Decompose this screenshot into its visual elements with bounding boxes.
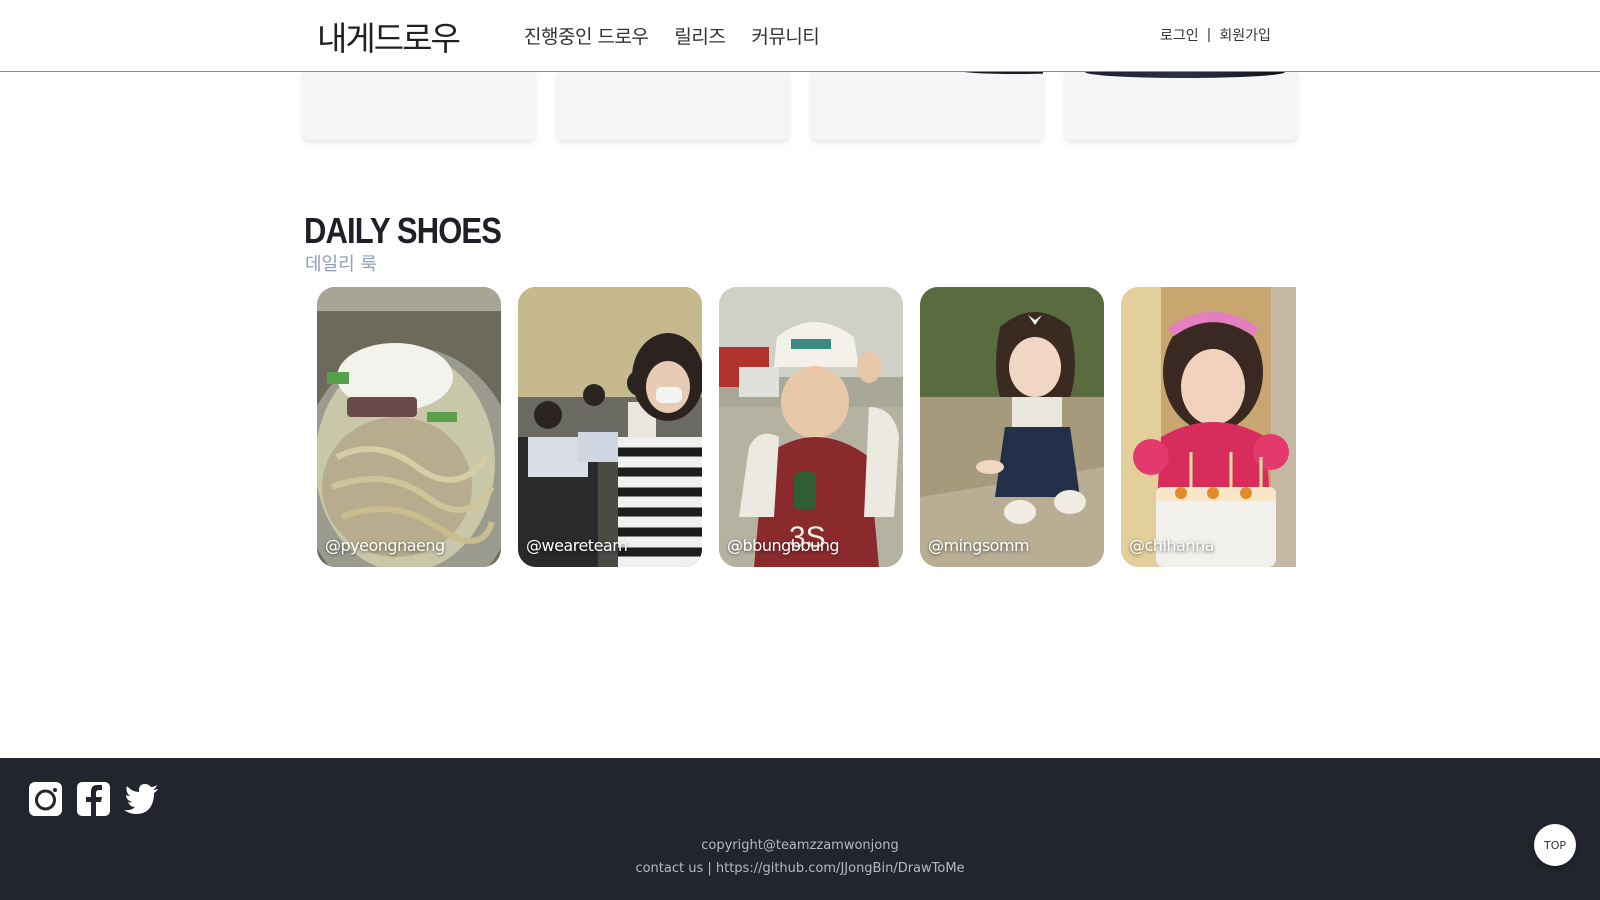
github-link[interactable]: https://github.com/JJongBin/DrawToMe — [716, 861, 965, 876]
instagram-icon[interactable] — [28, 780, 63, 818]
daily-card[interactable]: @mingsomm — [920, 287, 1104, 567]
nav-item-community[interactable]: 커뮤니티 — [751, 22, 819, 49]
header: 내게드로우 진행중인 드로우 릴리즈 커뮤니티 로그인 | 회원가입 — [0, 0, 1600, 72]
product-card[interactable] — [557, 72, 789, 140]
nav-item-ongoing-draw[interactable]: 진행중인 드로우 — [524, 22, 649, 49]
twitter-icon[interactable] — [124, 780, 159, 818]
nav-item-release[interactable]: 릴리즈 — [674, 22, 725, 49]
daily-card-handle: @bbungbbung — [727, 536, 840, 555]
daily-card-handle: @weareteam — [526, 536, 628, 555]
main-nav: 진행중인 드로우 릴리즈 커뮤니티 — [524, 22, 820, 49]
team-photo — [518, 287, 702, 567]
child-cap-photo: 3S — [719, 287, 903, 567]
footer: copyright@teamzzamwonjong contact us | h… — [0, 758, 1600, 900]
daily-card-carousel[interactable]: @pyeongnaeng @weareteam 3S @bbungbbung @… — [317, 287, 1296, 567]
shoe-image-fragment — [1085, 72, 1285, 78]
daily-card[interactable]: @pyeongnaeng — [317, 287, 501, 567]
login-link[interactable]: 로그인 — [1160, 25, 1199, 45]
daily-card-handle: @mingsomm — [928, 536, 1030, 555]
noodle-photo — [317, 287, 501, 567]
facebook-icon[interactable] — [76, 780, 111, 818]
product-card-row — [303, 72, 1297, 140]
contact-prefix: contact us | — [635, 861, 716, 876]
daily-card[interactable]: @chihanna — [1121, 287, 1296, 567]
auth-separator: | — [1206, 27, 1212, 43]
product-card[interactable] — [811, 72, 1043, 140]
shoe-image-fragment — [961, 72, 1043, 74]
signup-link[interactable]: 회원가입 — [1219, 25, 1271, 45]
section-subtitle: 데일리 룩 — [305, 254, 377, 275]
auth-links: 로그인 | 회원가입 — [1160, 25, 1271, 45]
daily-card-handle: @pyeongnaeng — [325, 536, 445, 555]
scroll-top-button[interactable]: TOP — [1534, 824, 1576, 866]
social-links — [28, 780, 159, 818]
contact-text: contact us | https://github.com/JJongBin… — [0, 861, 1600, 876]
toddler-photo — [920, 287, 1104, 567]
copyright-text: copyright@teamzzamwonjong — [701, 838, 899, 853]
daily-card[interactable]: 3S @bbungbbung — [719, 287, 903, 567]
daily-card-handle: @chihanna — [1129, 536, 1214, 555]
birthday-photo — [1121, 287, 1296, 567]
page: 내게드로우 진행중인 드로우 릴리즈 커뮤니티 로그인 | 회원가입 DAILY… — [0, 0, 1600, 900]
logo[interactable]: 내게드로우 — [317, 12, 461, 60]
section-title: DAILY SHOES — [304, 210, 502, 251]
product-card[interactable] — [1065, 72, 1297, 140]
daily-card[interactable]: @weareteam — [518, 287, 702, 567]
product-card[interactable] — [303, 72, 535, 140]
